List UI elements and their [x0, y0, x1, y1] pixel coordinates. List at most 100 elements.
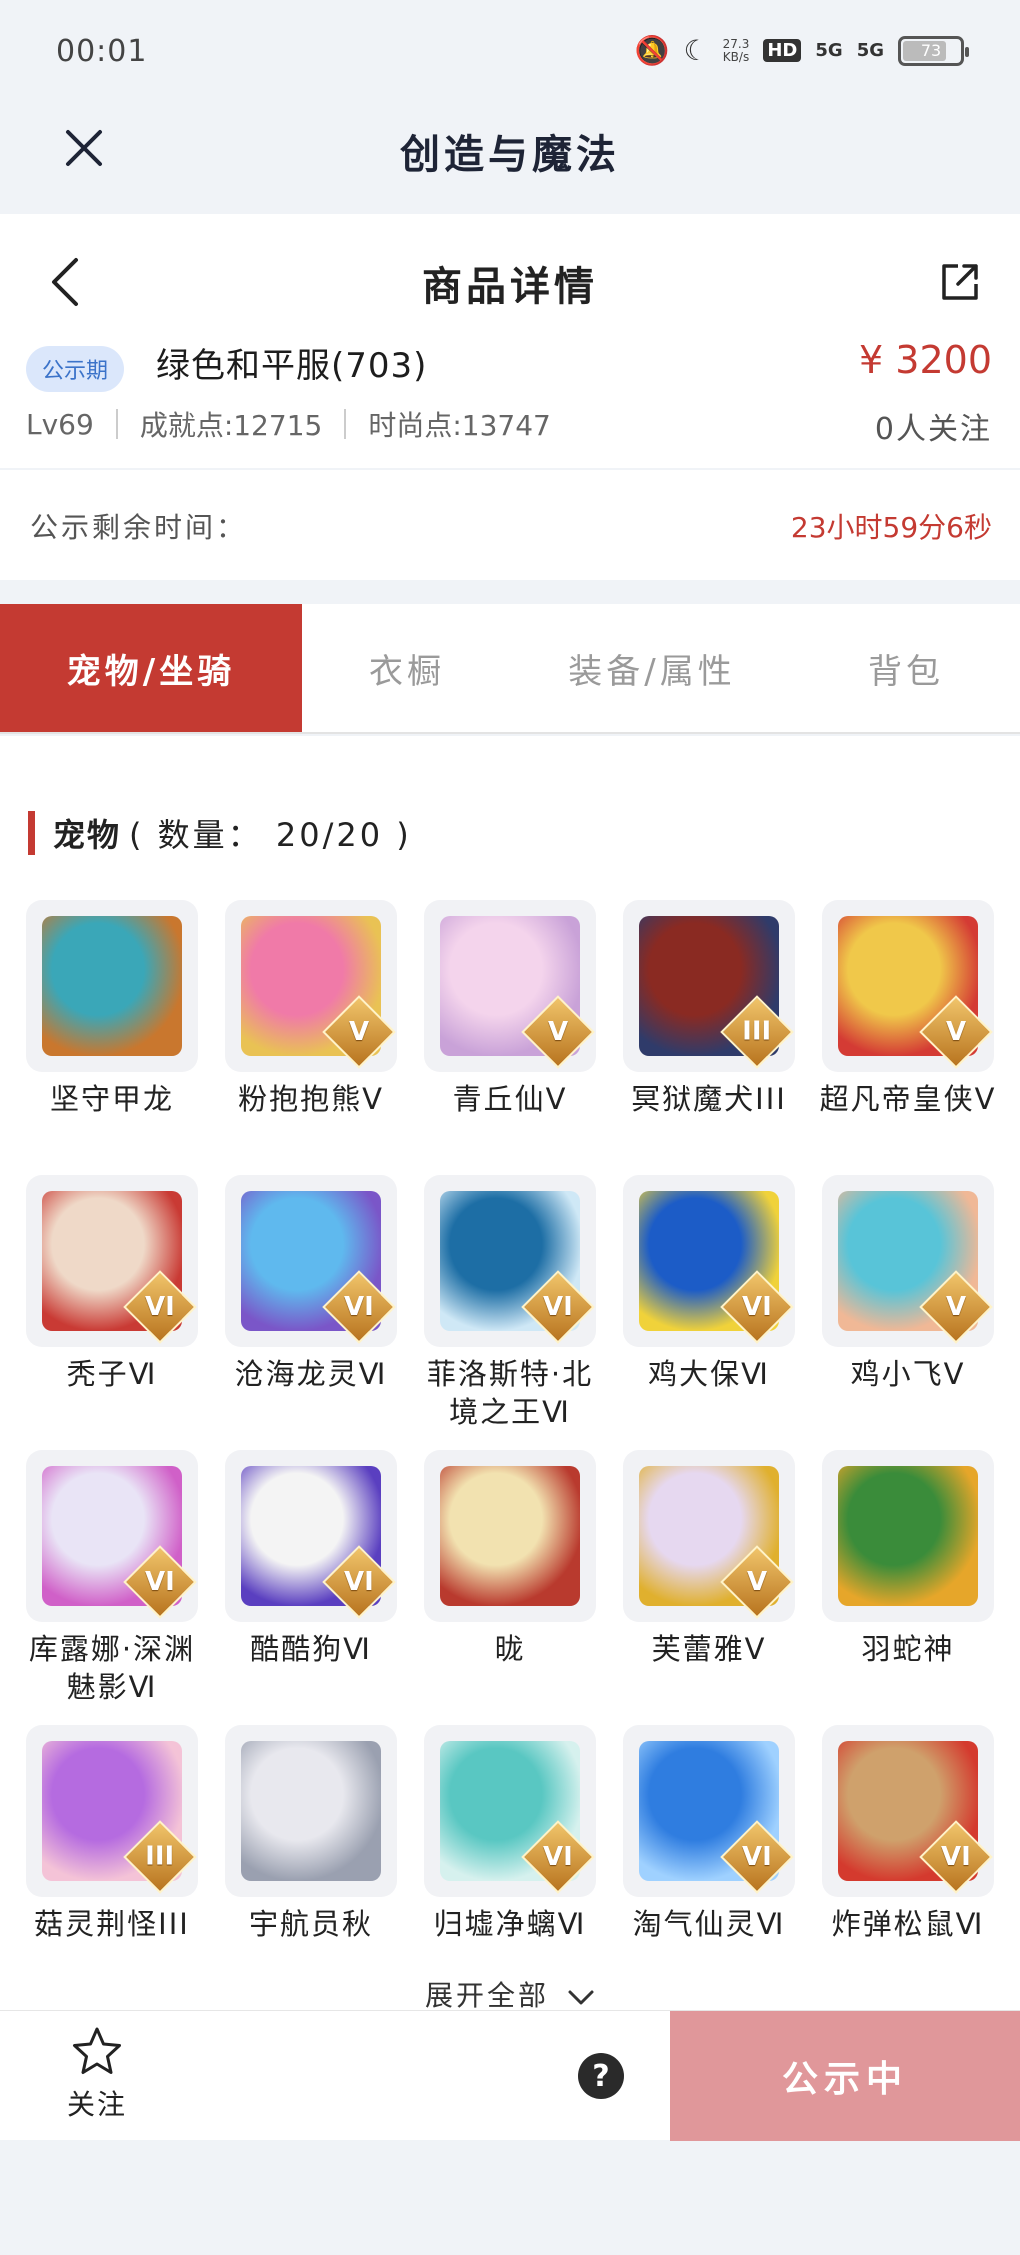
pet-avatar: V: [822, 1175, 994, 1347]
pet-name: 淘气仙灵Ⅵ: [632, 1907, 786, 1941]
pet-avatar: V: [225, 900, 397, 1072]
share-icon[interactable]: [936, 258, 984, 306]
pet-avatar: III: [26, 1725, 198, 1897]
status-badge: 公示期: [26, 346, 125, 392]
pet-name: 芙蕾雅Ⅴ: [651, 1632, 767, 1666]
pet-section: 宠物 ( 数量： 20/20 ) 坚守甲龙 V 粉抱抱熊Ⅴ V 青丘仙Ⅴ III 冥狱魔犬I…: [0, 736, 1020, 2012]
pet-image: [42, 916, 182, 1056]
pet-item[interactable]: V 青丘仙Ⅴ: [424, 900, 596, 1175]
pet-name: 炸弹松鼠Ⅵ: [831, 1907, 985, 1941]
publicity-status-button[interactable]: 公示中: [670, 2011, 1020, 2141]
signal-5g-icon: 5G: [815, 40, 843, 61]
pet-name: 冥狱魔犬III: [631, 1082, 787, 1116]
pet-name: 鸡小飞Ⅴ: [850, 1357, 966, 1391]
tab-pets-mounts[interactable]: 宠物/坐骑: [0, 604, 302, 732]
net-speed: 27.3 KB/s: [722, 36, 750, 64]
pet-item[interactable]: VI 淘气仙灵Ⅵ: [623, 1725, 795, 2000]
pet-item[interactable]: VI 秃子Ⅵ: [26, 1175, 198, 1450]
pet-item[interactable]: VI 鸡大保Ⅵ: [623, 1175, 795, 1450]
expand-all-button[interactable]: 展开全部: [0, 1974, 1020, 2014]
pet-avatar: VI: [822, 1725, 994, 1897]
pet-name: 归墟净螭Ⅵ: [433, 1907, 587, 1941]
countdown-label: 公示剩余时间：: [30, 511, 248, 544]
pet-name: 羽蛇神: [861, 1632, 955, 1666]
follow-button[interactable]: 关注: [60, 2025, 134, 2123]
section-count: ( 数量： 20/20 ): [129, 816, 412, 854]
mute-icon: 🔕: [634, 34, 670, 67]
section-title: 宠物 ( 数量： 20/20 ): [28, 810, 412, 856]
pet-avatar: VI: [424, 1725, 596, 1897]
help-icon[interactable]: ?: [578, 2053, 624, 2099]
pet-name: 菇灵荆怪III: [34, 1907, 190, 1941]
pet-image: [241, 1741, 381, 1881]
pet-name: 青丘仙Ⅴ: [452, 1082, 568, 1116]
pet-avatar: III: [623, 900, 795, 1072]
product-name: 绿色和平服(703): [156, 346, 428, 386]
pet-avatar: V: [623, 1450, 795, 1622]
level: Lv69: [26, 407, 94, 441]
pet-name: 粉抱抱熊Ⅴ: [238, 1082, 384, 1116]
signal-5g-icon-2: 5G: [856, 40, 884, 61]
divider: [115, 409, 118, 439]
status-bar: 00:01 🔕 ☾ 27.3 KB/s HD 5G 5G 73: [0, 0, 1020, 100]
pet-item[interactable]: VI 酷酷狗Ⅵ: [225, 1450, 397, 1725]
pet-item[interactable]: VI 沧海龙灵Ⅵ: [225, 1175, 397, 1450]
pet-image: [838, 1466, 978, 1606]
pet-item[interactable]: V 粉抱抱熊Ⅴ: [225, 900, 397, 1175]
pet-item[interactable]: VI 库露娜·深渊魅影Ⅵ: [26, 1450, 198, 1725]
pet-item[interactable]: VI 菲洛斯特·北境之王Ⅵ: [424, 1175, 596, 1450]
pet-name: 沧海龙灵Ⅵ: [234, 1357, 388, 1391]
expand-label: 展开全部: [425, 1979, 550, 2012]
tab-bar: 宠物/坐骑 衣橱 装备/属性 背包: [0, 604, 1020, 734]
app-title: 创造与魔法: [400, 132, 620, 178]
follow-label: 关注: [66, 2088, 127, 2121]
countdown-row: 公示剩余时间： 23小时59分6秒: [0, 470, 1020, 580]
hd-icon: HD: [763, 39, 802, 62]
page-title: 商品详情: [422, 264, 598, 310]
pet-name: 超凡帝皇侠Ⅴ: [819, 1082, 997, 1116]
countdown-value: 23小时59分6秒: [790, 511, 992, 544]
pet-item[interactable]: V 鸡小飞Ⅴ: [822, 1175, 994, 1450]
pet-item[interactable]: 昽: [424, 1450, 596, 1725]
pet-image: [440, 1466, 580, 1606]
pet-avatar: V: [424, 900, 596, 1072]
pet-avatar: VI: [225, 1450, 397, 1622]
pet-name: 坚守甲龙: [49, 1082, 174, 1116]
chevron-down-icon: [568, 1990, 594, 2005]
pet-avatar: VI: [424, 1175, 596, 1347]
pet-avatar: VI: [26, 1450, 198, 1622]
section-name: 宠物: [53, 816, 122, 854]
status-icons: 🔕 ☾ 27.3 KB/s HD 5G 5G 73: [634, 34, 969, 67]
pet-item[interactable]: V 芙蕾雅Ⅴ: [623, 1450, 795, 1725]
pet-name: 库露娜·深渊魅影Ⅵ: [28, 1632, 196, 1704]
pet-avatar: [822, 1450, 994, 1622]
divider: [344, 409, 347, 439]
tab-equipment[interactable]: 装备/属性: [512, 604, 792, 732]
pet-grid: 坚守甲龙 V 粉抱抱熊Ⅴ V 青丘仙Ⅴ III 冥狱魔犬III V 超凡帝皇侠Ⅴ VI 秃子Ⅵ VI 沧…: [26, 900, 1006, 2000]
pet-item[interactable]: III 冥狱魔犬III: [623, 900, 795, 1175]
pet-name: 昽: [494, 1632, 526, 1666]
pet-avatar: VI: [26, 1175, 198, 1347]
pet-item[interactable]: VI 炸弹松鼠Ⅵ: [822, 1725, 994, 2000]
pet-avatar: [424, 1450, 596, 1622]
pet-item[interactable]: 宇航员秋: [225, 1725, 397, 2000]
star-icon: [73, 2027, 121, 2074]
pet-avatar: VI: [225, 1175, 397, 1347]
status-time: 00:01: [56, 34, 148, 69]
battery-icon: 73: [898, 35, 969, 66]
fashion-points: 时尚点:13747: [368, 409, 551, 442]
tab-backpack[interactable]: 背包: [792, 604, 1020, 732]
pet-avatar: [26, 900, 198, 1072]
pet-item[interactable]: V 超凡帝皇侠Ⅴ: [820, 900, 994, 1175]
app-bar: 创造与魔法: [0, 100, 1020, 212]
pet-avatar: VI: [623, 1725, 795, 1897]
moon-icon: ☾: [683, 34, 709, 67]
pet-item[interactable]: 坚守甲龙: [26, 900, 198, 1175]
tab-wardrobe[interactable]: 衣橱: [302, 604, 512, 732]
pet-item[interactable]: 羽蛇神: [822, 1450, 994, 1725]
pet-item[interactable]: III 菇灵荆怪III: [26, 1725, 198, 2000]
product-price: ¥ 3200: [859, 338, 992, 382]
product-meta: Lv69 成就点:12715 时尚点:13747: [26, 404, 551, 444]
pet-item[interactable]: VI 归墟净螭Ⅵ: [424, 1725, 596, 2000]
pet-avatar: V: [822, 900, 994, 1072]
